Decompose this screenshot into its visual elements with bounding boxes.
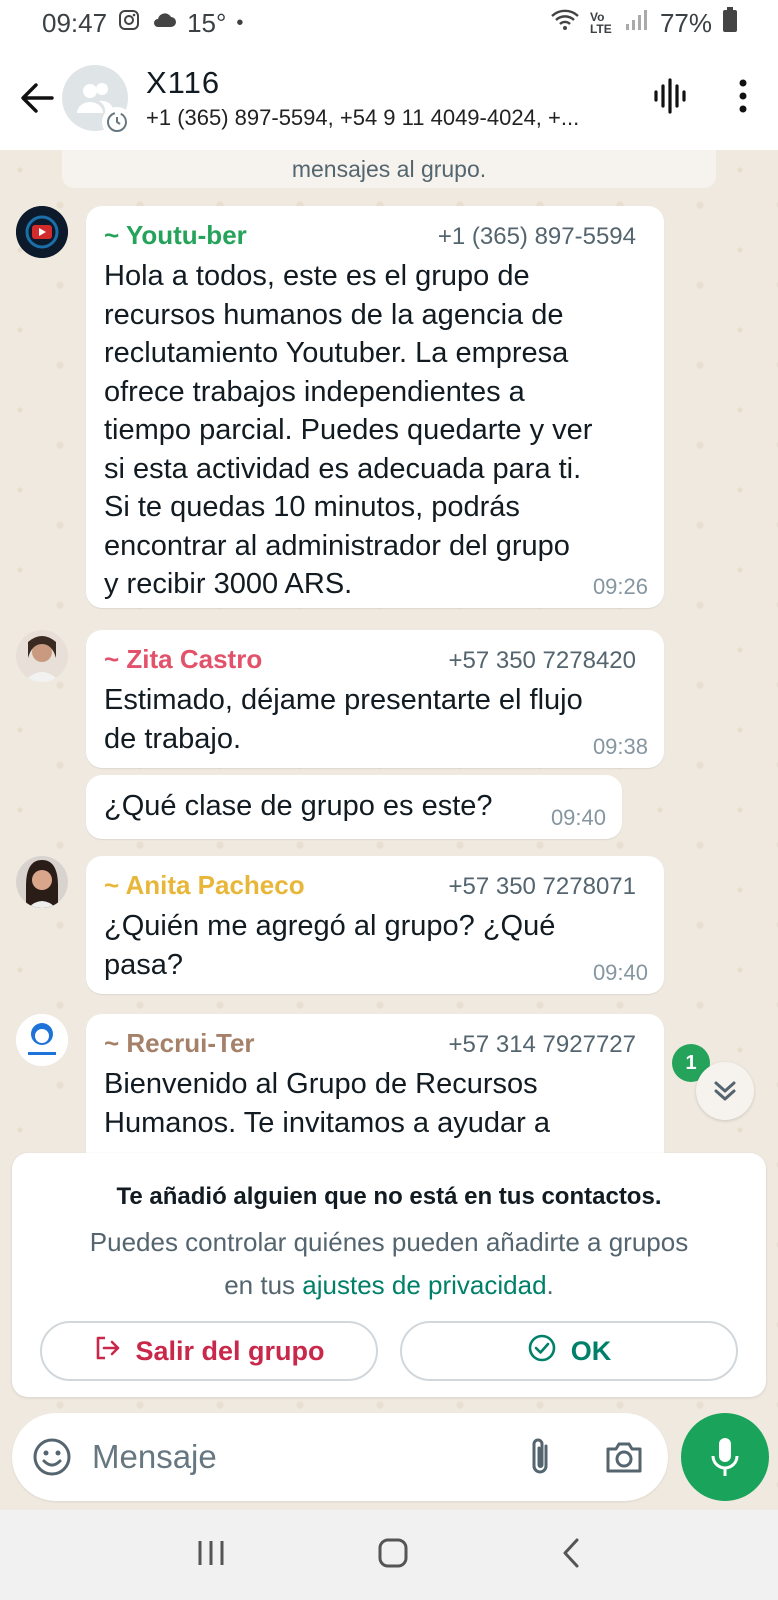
battery-icon [722,7,738,39]
message-bubble[interactable]: ¿Qué clase de grupo es este? 09:40 [86,775,622,839]
back-arrow-icon[interactable] [12,68,62,128]
status-dot: • [236,11,244,34]
cloud-icon [151,10,177,36]
wifi-icon [550,8,580,38]
voice-chat-icon[interactable] [652,77,690,120]
sender-avatar[interactable] [16,630,68,682]
sender-phone: +1 (365) 897-5594 [437,223,636,250]
more-options-icon[interactable] [738,79,748,118]
status-time: 09:47 [42,7,108,38]
message-text: ¿Qué clase de grupo es este? [104,790,493,822]
message-composer: Mensaje [12,1413,668,1501]
exit-icon [93,1334,121,1369]
sender-name[interactable]: ~ Youtu-ber [104,220,247,251]
message-time: 09:40 [592,960,648,985]
message-bubble[interactable]: ~ Anita Pacheco +57 350 7278071 ¿Quién m… [86,856,664,994]
leave-group-label: Salir del grupo [135,1335,325,1366]
scroll-down-button[interactable] [696,1062,754,1120]
message-bubble[interactable]: ~ Youtu-ber +1 (365) 897-5594 Hola a tod… [86,206,664,608]
mic-icon [711,1438,739,1476]
group-members: +1 (365) 897-5594, +54 9 11 4049-4024, +… [146,105,580,130]
sender-phone: +57 350 7278071 [448,873,636,900]
unknown-contact-notice: Te añadió alguien que no está en tus con… [12,1153,766,1397]
leave-group-button[interactable]: Salir del grupo [40,1321,378,1381]
battery-percent: 77% [659,7,712,38]
chat-header: X116 +1 (365) 897-5594, +54 9 11 4049-40… [0,46,778,150]
recent-apps-icon[interactable] [196,1539,226,1572]
sender-name[interactable]: ~ Zita Castro [104,644,262,675]
notice-text: Puedes controlar quiénes pueden añadirte… [89,1227,689,1300]
message-bubble[interactable]: ~ Zita Castro +57 350 7278420 Estimado, … [86,630,664,768]
sender-name[interactable]: ~ Anita Pacheco [104,870,305,901]
ok-label: OK [570,1335,612,1366]
home-icon[interactable] [377,1537,409,1574]
double-chevron-down-icon [714,1081,736,1101]
volte-label: Vo LTE [589,10,612,36]
sender-avatar[interactable] [16,206,68,258]
sender-avatar[interactable] [16,1014,68,1066]
message-text: Hola a todos, este es el grupo de recurs… [104,260,593,600]
emoji-icon[interactable] [30,1435,74,1479]
message-time: 09:40 [550,805,606,830]
sender-avatar[interactable] [16,856,68,908]
status-bar: 09:47 15° • Vo LTE 77% [0,0,778,46]
camera-icon[interactable] [602,1439,646,1475]
notice-title: Te añadió alguien que no está en tus con… [116,1183,662,1210]
nav-back-icon[interactable] [560,1537,582,1574]
ok-button[interactable]: OK [400,1321,738,1381]
message-text: ¿Quién me agregó al grupo? ¿Qué pasa? [104,910,556,981]
group-title: X116 [146,65,221,100]
disappearing-timer-icon [102,107,132,137]
check-circle-icon [527,1333,557,1370]
sender-name[interactable]: ~ Recrui-Ter [104,1028,255,1059]
signal-icon [624,8,650,38]
message-text: Bienvenido al Grupo de Recursos Humanos.… [104,1068,550,1139]
status-temperature: 15° [187,7,227,38]
message-time: 09:26 [592,574,648,599]
message-bubble[interactable]: ~ Recrui-Ter +57 314 7927727 Bienvenido … [86,1014,664,1174]
system-nav-bar [0,1510,778,1600]
message-text: Estimado, déjame presentarte el flujo de… [104,684,583,755]
system-message: mensajes al grupo. [62,150,716,188]
message-input[interactable]: Mensaje [92,1438,520,1476]
message-time: 09:38 [592,734,648,759]
privacy-settings-link[interactable]: ajustes de privacidad [302,1270,546,1300]
group-info[interactable]: X116 +1 (365) 897-5594, +54 9 11 4049-40… [146,65,616,131]
instagram-icon [117,8,141,38]
group-avatar[interactable] [62,65,132,137]
sender-phone: +57 314 7927727 [448,1031,636,1058]
attach-icon[interactable] [520,1436,560,1478]
mic-button[interactable] [681,1413,769,1501]
sender-phone: +57 350 7278420 [448,647,636,674]
